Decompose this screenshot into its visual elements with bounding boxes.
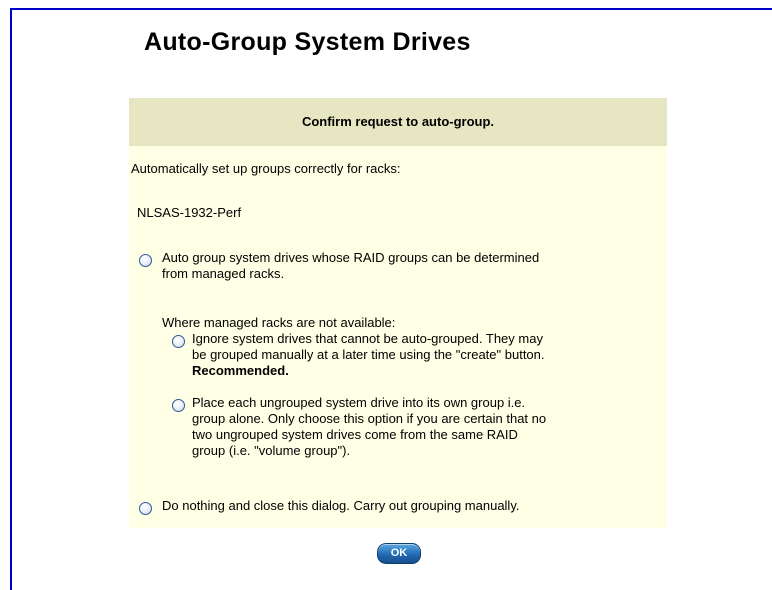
do-nothing-radio[interactable] bbox=[139, 502, 152, 515]
do-nothing-label[interactable]: Do nothing and close this dialog. Carry … bbox=[162, 498, 519, 514]
place-line1: Place each ungrouped system drive into i… bbox=[192, 395, 526, 410]
ok-button[interactable]: OK bbox=[377, 543, 421, 564]
panel-header: Confirm request to auto-group. bbox=[129, 98, 667, 146]
fallback-heading: Where managed racks are not available: bbox=[162, 315, 396, 330]
ignore-drives-radio[interactable] bbox=[172, 335, 185, 348]
rack-name: NLSAS-1932-Perf bbox=[137, 205, 242, 220]
place-line2: group alone. Only choose this option if … bbox=[192, 411, 547, 426]
page-title: Auto-Group System Drives bbox=[144, 28, 471, 56]
place-alone-label[interactable]: Place each ungrouped system drive into i… bbox=[192, 395, 546, 459]
auto-group-line2: from managed racks. bbox=[162, 266, 285, 281]
auto-group-label[interactable]: Auto group system drives whose RAID grou… bbox=[162, 250, 539, 282]
auto-group-line1: Auto group system drives whose RAID grou… bbox=[162, 250, 540, 265]
recommended-label: Recommended. bbox=[192, 363, 289, 378]
place-line4: group (i.e. "volume group"). bbox=[192, 443, 351, 458]
ignore-drives-label[interactable]: Ignore system drives that cannot be auto… bbox=[192, 331, 545, 379]
intro-text: Automatically set up groups correctly fo… bbox=[131, 161, 401, 176]
ignore-line2: be grouped manually at a later time usin… bbox=[192, 347, 545, 362]
auto-group-radio[interactable] bbox=[139, 254, 152, 267]
ignore-line1: Ignore system drives that cannot be auto… bbox=[192, 331, 543, 346]
place-line3: two ungrouped system drives come from th… bbox=[192, 427, 518, 442]
place-alone-radio[interactable] bbox=[172, 399, 185, 412]
